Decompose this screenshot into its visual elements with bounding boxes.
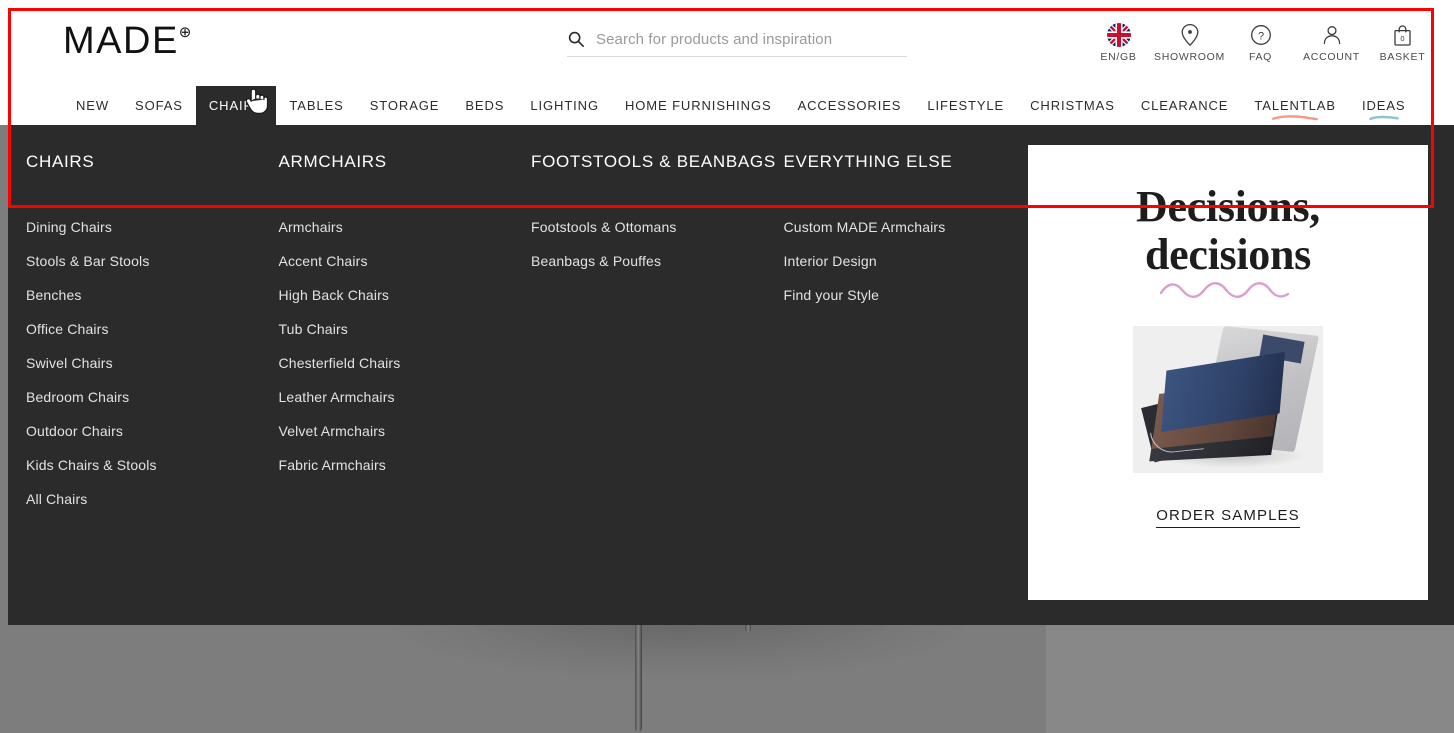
locale-selector[interactable]: EN/GB [1083, 22, 1154, 63]
basket-link[interactable]: 0 BASKET [1367, 22, 1438, 63]
talentlab-underline-icon [1272, 115, 1319, 121]
chairs-mega-menu: CHAIRS Dining Chairs Stools & Bar Stools… [8, 125, 1454, 625]
menu-link-dining-chairs[interactable]: Dining Chairs [26, 210, 279, 244]
nav-item-talentlab-label: TALENTLAB [1254, 98, 1336, 113]
squiggle-underline-icon [1159, 282, 1290, 298]
nav-item-lifestyle[interactable]: LIFESTYLE [914, 86, 1017, 125]
nav-item-tables[interactable]: TABLES [276, 86, 356, 125]
site-header: MADE⊕ Search for products and inspiratio… [0, 0, 1454, 125]
menu-link-footstools-ottomans[interactable]: Footstools & Ottomans [531, 210, 784, 244]
nav-item-home-furnishings[interactable]: HOME FURNISHINGS [612, 86, 785, 125]
logo-plus-circle-icon: ⊕ [178, 24, 192, 42]
nav-item-accessories[interactable]: ACCESSORIES [785, 86, 915, 125]
menu-link-find-your-style[interactable]: Find your Style [784, 278, 1037, 312]
mega-menu-column-footstools-beanbags: FOOTSTOOLS & BEANBAGS Footstools & Ottom… [531, 125, 784, 516]
menu-link-swivel-chairs[interactable]: Swivel Chairs [26, 346, 279, 380]
main-navigation: NEW SOFAS CHAIRS TABLES STORAGE BEDS LIG… [0, 86, 1454, 125]
menu-link-kids-chairs-stools[interactable]: Kids Chairs & Stools [26, 448, 279, 482]
nav-item-chairs[interactable]: CHAIRS [195, 86, 277, 125]
menu-promo-card[interactable]: Decisions, decisions ORDER SAMPLES [1028, 145, 1428, 600]
menu-link-custom-made-armchairs[interactable]: Custom MADE Armchairs [784, 210, 1037, 244]
menu-link-stools-bar-stools[interactable]: Stools & Bar Stools [26, 244, 279, 278]
showroom-link[interactable]: SHOWROOM [1154, 22, 1225, 63]
question-mark-circle-icon: ? [1250, 22, 1272, 48]
menu-link-high-back-chairs[interactable]: High Back Chairs [279, 278, 532, 312]
menu-link-fabric-armchairs[interactable]: Fabric Armchairs [279, 448, 532, 482]
nav-item-clearance[interactable]: CLEARANCE [1128, 86, 1242, 125]
column-title-chairs[interactable]: CHAIRS [26, 151, 279, 196]
menu-link-chesterfield-chairs[interactable]: Chesterfield Chairs [279, 346, 532, 380]
menu-link-accent-chairs[interactable]: Accent Chairs [279, 244, 532, 278]
nav-item-ideas-label: IDEAS [1361, 98, 1406, 113]
nav-item-storage[interactable]: STORAGE [357, 86, 453, 125]
promo-title-line-2: decisions [1145, 229, 1311, 279]
nav-item-christmas[interactable]: CHRISTMAS [1017, 86, 1128, 125]
nav-item-sofas[interactable]: SOFAS [122, 86, 196, 125]
account-link[interactable]: ACCOUNT [1296, 22, 1367, 63]
nav-item-ideas[interactable]: IDEAS [1349, 86, 1419, 125]
uk-flag-icon [1106, 22, 1131, 48]
column-title-armchairs[interactable]: ARMCHAIRS [279, 151, 532, 196]
fabric-swatches-image [1133, 326, 1323, 474]
menu-link-velvet-armchairs[interactable]: Velvet Armchairs [279, 414, 532, 448]
column-title-everything-else[interactable]: EVERYTHING ELSE [784, 151, 1037, 196]
nav-item-beds[interactable]: BEDS [452, 86, 517, 125]
shopping-bag-icon: 0 [1393, 22, 1412, 48]
menu-link-armchairs[interactable]: Armchairs [279, 210, 532, 244]
account-label: ACCOUNT [1303, 51, 1360, 63]
menu-link-leather-armchairs[interactable]: Leather Armchairs [279, 380, 532, 414]
menu-link-all-chairs[interactable]: All Chairs [26, 482, 279, 516]
menu-link-outdoor-chairs[interactable]: Outdoor Chairs [26, 414, 279, 448]
menu-link-interior-design[interactable]: Interior Design [784, 244, 1037, 278]
header-utilities: EN/GB SHOWROOM ? FAQ ACCOUNT 0 BASKET [1083, 22, 1438, 63]
search-bar[interactable] [567, 30, 907, 57]
mega-menu-column-everything-else: EVERYTHING ELSE Custom MADE Armchairs In… [784, 125, 1037, 516]
nav-item-talentlab[interactable]: TALENTLAB [1241, 86, 1349, 125]
search-input[interactable] [596, 30, 896, 48]
nav-item-lighting[interactable]: LIGHTING [517, 86, 612, 125]
menu-link-tub-chairs[interactable]: Tub Chairs [279, 312, 532, 346]
svg-text:?: ? [1257, 30, 1263, 42]
search-icon [568, 31, 585, 48]
menu-link-bedroom-chairs[interactable]: Bedroom Chairs [26, 380, 279, 414]
locale-label: EN/GB [1100, 51, 1137, 63]
ideas-underline-icon [1368, 115, 1399, 121]
nav-item-new[interactable]: NEW [63, 86, 122, 125]
faq-link[interactable]: ? FAQ [1225, 22, 1296, 63]
column-title-footstools-beanbags[interactable]: FOOTSTOOLS & BEANBAGS [531, 151, 784, 196]
mega-menu-column-armchairs: ARMCHAIRS Armchairs Accent Chairs High B… [279, 125, 532, 516]
faq-label: FAQ [1248, 51, 1273, 63]
menu-link-beanbags-pouffes[interactable]: Beanbags & Pouffes [531, 244, 784, 278]
menu-link-benches[interactable]: Benches [26, 278, 279, 312]
basket-count: 0 [1400, 34, 1404, 43]
logo-wordmark: MADE [63, 20, 179, 62]
menu-link-office-chairs[interactable]: Office Chairs [26, 312, 279, 346]
showroom-label: SHOWROOM [1154, 51, 1225, 63]
mega-menu-columns: CHAIRS Dining Chairs Stools & Bar Stools… [26, 125, 1036, 516]
order-samples-button[interactable]: ORDER SAMPLES [1156, 507, 1300, 529]
made-logo[interactable]: MADE⊕ [63, 22, 191, 60]
person-icon [1321, 22, 1343, 48]
basket-label: BASKET [1379, 51, 1426, 63]
browser-viewport: Chrome Finish Size (3) 2 seat sofa bed C… [0, 0, 1454, 733]
location-pin-icon [1180, 22, 1200, 48]
mega-menu-column-chairs: CHAIRS Dining Chairs Stools & Bar Stools… [26, 125, 279, 516]
promo-title-line-1: Decisions, [1135, 182, 1320, 231]
